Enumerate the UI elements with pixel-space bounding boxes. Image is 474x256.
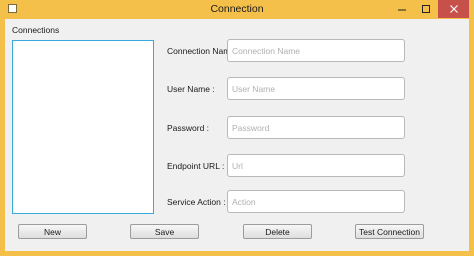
endpoint-url-label: Endpoint URL : [167, 161, 225, 171]
connections-label: Connections [12, 25, 60, 35]
minimize-button[interactable] [390, 0, 414, 18]
new-button[interactable]: New [18, 224, 87, 239]
connections-list[interactable] [12, 40, 154, 214]
endpoint-url-input[interactable] [227, 154, 405, 177]
service-action-input[interactable] [227, 190, 405, 213]
content-panel: Connections Connection Name : User Name … [5, 19, 469, 251]
user-name-input[interactable] [227, 77, 405, 100]
password-label: Password : [167, 123, 210, 133]
password-input[interactable] [227, 116, 405, 139]
delete-button[interactable]: Delete [243, 224, 312, 239]
close-icon [449, 5, 458, 13]
user-name-label: User Name : [167, 84, 215, 94]
save-button[interactable]: Save [130, 224, 199, 239]
connection-window: Connection Connections Connection Name :… [0, 0, 474, 256]
service-action-label: Service Action : [167, 197, 226, 207]
close-button[interactable] [438, 0, 469, 18]
connection-name-input[interactable] [227, 39, 405, 62]
test-connection-button[interactable]: Test Connection [355, 224, 424, 239]
minimize-icon [398, 9, 406, 11]
title-bar[interactable]: Connection [0, 0, 474, 19]
maximize-button[interactable] [414, 0, 438, 18]
maximize-icon [422, 5, 430, 13]
